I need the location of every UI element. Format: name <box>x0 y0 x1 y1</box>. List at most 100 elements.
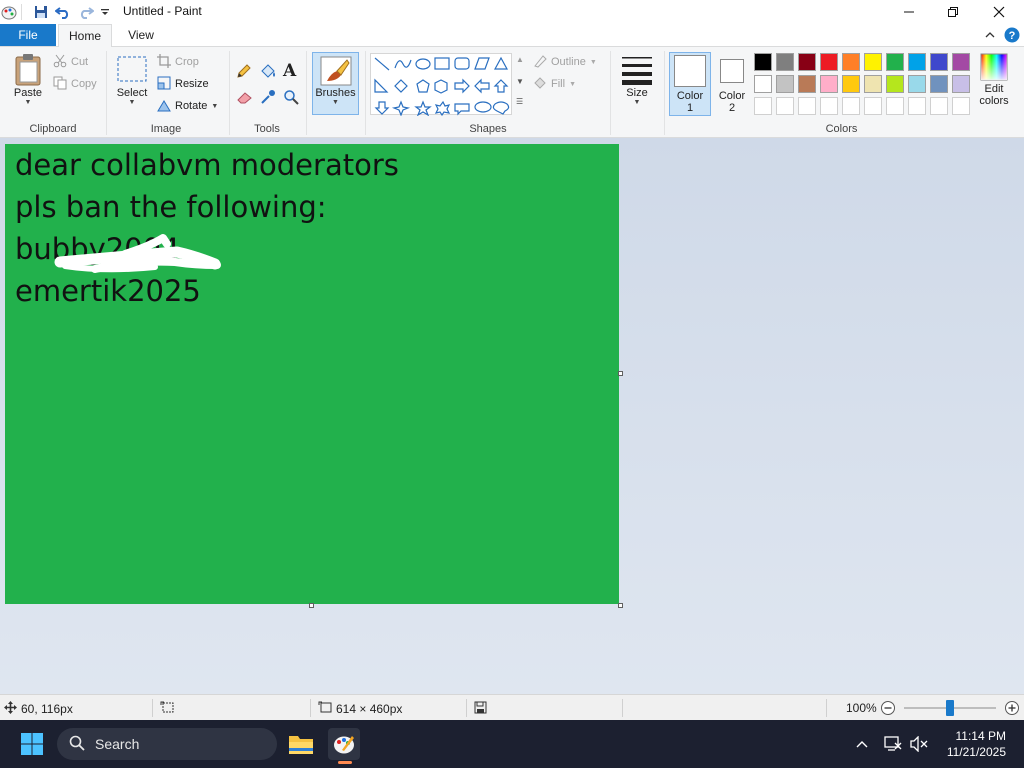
palette-color-swatch[interactable] <box>820 53 838 71</box>
search-label: Search <box>95 736 140 752</box>
save-icon[interactable] <box>32 3 50 21</box>
collapse-ribbon-icon[interactable] <box>981 26 999 44</box>
palette-color-swatch[interactable] <box>798 53 816 71</box>
canvas-size-icon <box>318 701 332 717</box>
pencil-icon[interactable] <box>236 63 252 82</box>
file-explorer-icon[interactable] <box>285 728 317 760</box>
size-button[interactable]: Size ▼ <box>616 53 658 106</box>
scroll-down-icon[interactable]: ▼ <box>516 77 524 86</box>
more-shapes-icon[interactable]: ☰ <box>516 97 523 106</box>
crop-button[interactable]: Crop <box>157 53 199 71</box>
color-picker-icon[interactable] <box>260 89 276 108</box>
zoom-out-icon[interactable] <box>880 700 896 719</box>
minimize-button[interactable] <box>886 0 932 24</box>
custom-color-swatch[interactable] <box>776 97 794 115</box>
scroll-up-icon[interactable]: ▲ <box>516 55 524 64</box>
window-title: Untitled - Paint <box>123 4 202 18</box>
redo-icon[interactable] <box>77 3 95 21</box>
color1-button[interactable]: Color 1 <box>669 52 711 116</box>
palette-color-swatch[interactable] <box>908 53 926 71</box>
eraser-icon[interactable] <box>236 89 254 108</box>
resize-handle-bottom[interactable] <box>309 603 314 608</box>
custom-color-swatch[interactable] <box>908 97 926 115</box>
palette-color-swatch[interactable] <box>908 75 926 93</box>
palette-color-swatch[interactable] <box>754 75 772 93</box>
custom-color-swatch[interactable] <box>952 97 970 115</box>
zoom-slider-thumb[interactable] <box>946 700 954 716</box>
resize-button[interactable]: Resize <box>157 75 209 93</box>
paint-app-icon[interactable] <box>0 3 18 21</box>
cut-button[interactable]: Cut <box>53 53 88 71</box>
image-group-label: Image <box>150 123 182 135</box>
maximize-button[interactable] <box>930 0 976 24</box>
palette-color-swatch[interactable] <box>842 75 860 93</box>
clock-date: 11/21/2025 <box>946 745 1006 759</box>
copy-button[interactable]: Copy <box>53 75 97 93</box>
resize-handle-corner[interactable] <box>618 603 623 608</box>
start-button[interactable] <box>16 728 48 760</box>
custom-color-swatch[interactable] <box>798 97 816 115</box>
custom-color-swatch[interactable] <box>886 97 904 115</box>
fill-bucket-icon[interactable] <box>259 63 277 82</box>
color2-swatch <box>720 59 744 83</box>
outline-label: Outline <box>551 56 586 68</box>
palette-color-swatch[interactable] <box>864 75 882 93</box>
color2-button[interactable]: Color 2 <box>714 56 750 114</box>
palette-color-swatch[interactable] <box>798 75 816 93</box>
custom-color-swatch[interactable] <box>864 97 882 115</box>
custom-color-swatch[interactable] <box>842 97 860 115</box>
chevron-up-icon <box>856 741 868 748</box>
paint-taskbar-icon[interactable] <box>328 728 360 764</box>
palette-color-swatch[interactable] <box>930 75 948 93</box>
taskbar-search[interactable]: Search <box>57 728 277 760</box>
tab-view[interactable]: View <box>118 24 164 46</box>
undo-icon[interactable] <box>54 3 72 21</box>
text-tool-icon[interactable]: A <box>283 61 296 81</box>
customize-quick-access-icon[interactable] <box>96 3 114 21</box>
custom-color-swatch[interactable] <box>930 97 948 115</box>
active-app-indicator <box>338 761 352 764</box>
paste-button[interactable]: Paste ▼ <box>8 53 48 106</box>
chevron-down-icon: ▼ <box>24 99 32 106</box>
palette-color-swatch[interactable] <box>776 53 794 71</box>
ribbon: Paste ▼ Cut Copy Clipboard Select ▼ Crop… <box>0 46 1024 138</box>
line-size-icon <box>622 57 652 85</box>
palette-color-swatch[interactable] <box>776 75 794 93</box>
taskbar-clock[interactable]: 11:14 PM 11/21/2025 <box>947 728 1006 760</box>
palette-color-swatch[interactable] <box>754 53 772 71</box>
cursor-position-value: 60, 116px <box>21 702 73 716</box>
palette-color-swatch[interactable] <box>952 53 970 71</box>
volume-muted-icon[interactable] <box>903 728 935 760</box>
brushes-button[interactable]: Brushes ▼ <box>312 52 359 115</box>
magnifier-icon[interactable] <box>283 89 299 108</box>
palette-color-swatch[interactable] <box>864 53 882 71</box>
copy-icon <box>53 76 67 93</box>
resize-handle-right[interactable] <box>618 371 623 376</box>
fill-button[interactable]: Fill ▼ <box>533 75 576 93</box>
tab-file[interactable]: File <box>0 24 56 46</box>
drawing-canvas[interactable]: dear collabvm moderators pls ban the fol… <box>5 144 619 604</box>
palette-color-swatch[interactable] <box>886 53 904 71</box>
disk-icon <box>474 701 487 717</box>
help-icon[interactable]: ? <box>1003 26 1021 44</box>
edit-colors-button[interactable]: Edit colors <box>974 53 1014 107</box>
custom-color-swatch[interactable] <box>820 97 838 115</box>
palette-color-swatch[interactable] <box>820 75 838 93</box>
taskbar: Search 11:14 PM 11/21/2025 <box>0 720 1024 768</box>
paste-icon <box>15 54 41 86</box>
select-button[interactable]: Select ▼ <box>112 53 152 106</box>
zoom-in-icon[interactable] <box>1004 700 1020 719</box>
zoom-level: 100% <box>846 701 877 715</box>
rotate-button[interactable]: Rotate ▼ <box>157 97 218 115</box>
palette-color-swatch[interactable] <box>930 53 948 71</box>
close-button[interactable] <box>976 0 1022 24</box>
palette-color-swatch[interactable] <box>952 75 970 93</box>
custom-color-swatch[interactable] <box>754 97 772 115</box>
tab-home[interactable]: Home <box>58 24 112 47</box>
size-label: Size <box>626 87 648 99</box>
outline-button[interactable]: Outline ▼ <box>533 53 597 71</box>
show-hidden-icons-button[interactable] <box>846 728 878 760</box>
palette-color-swatch[interactable] <box>886 75 904 93</box>
file-size <box>474 701 487 717</box>
palette-color-swatch[interactable] <box>842 53 860 71</box>
